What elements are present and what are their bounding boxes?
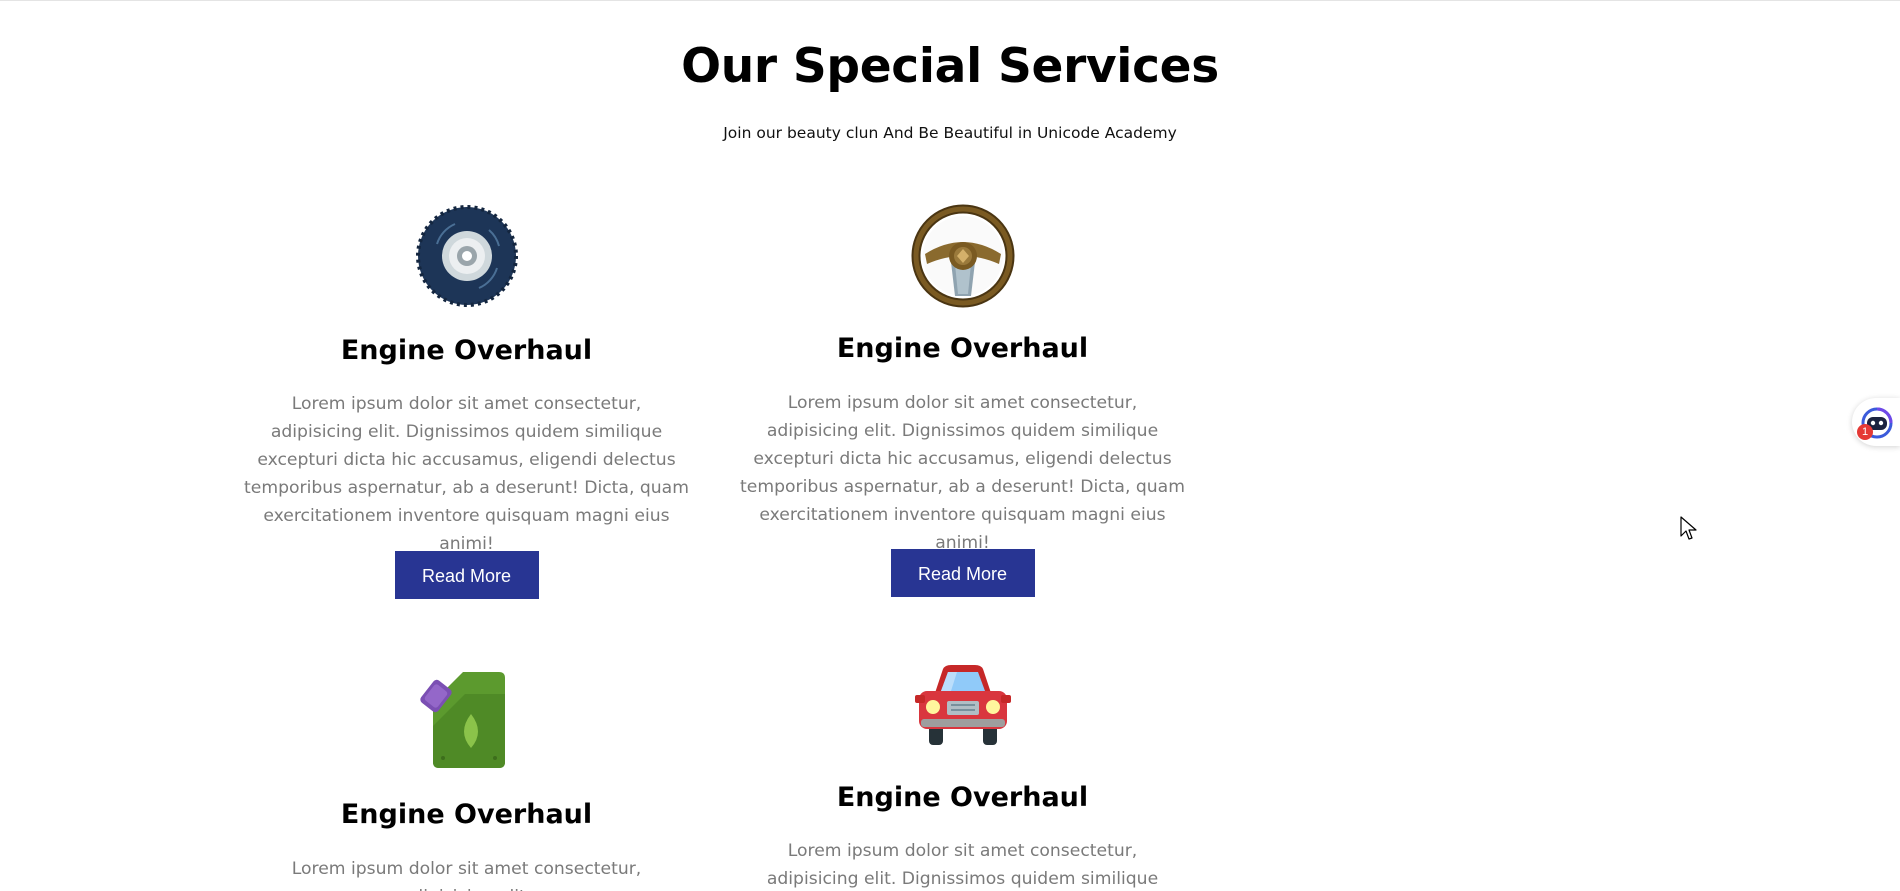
card-title: Engine Overhaul [836, 782, 1089, 813]
service-card: Engine Overhaul Lorem ipsum dolor sit am… [740, 0, 1185, 891]
car-icon [911, 655, 1015, 759]
card-description: Lorem ipsum dolor sit amet consectetur, … [766, 841, 1159, 889]
assistant-widget[interactable]: 1 [1852, 398, 1900, 446]
mouse-cursor-icon [1680, 516, 1697, 540]
card-title: Engine Overhaul [340, 799, 593, 830]
oil-canister-icon [415, 666, 519, 770]
service-card: Engine Overhaul Lorem ipsum dolor sit am… [244, 0, 689, 891]
card-description: Lorem ipsum dolor sit amet consectetur, … [291, 859, 642, 891]
notification-badge: 1 [1857, 424, 1873, 440]
